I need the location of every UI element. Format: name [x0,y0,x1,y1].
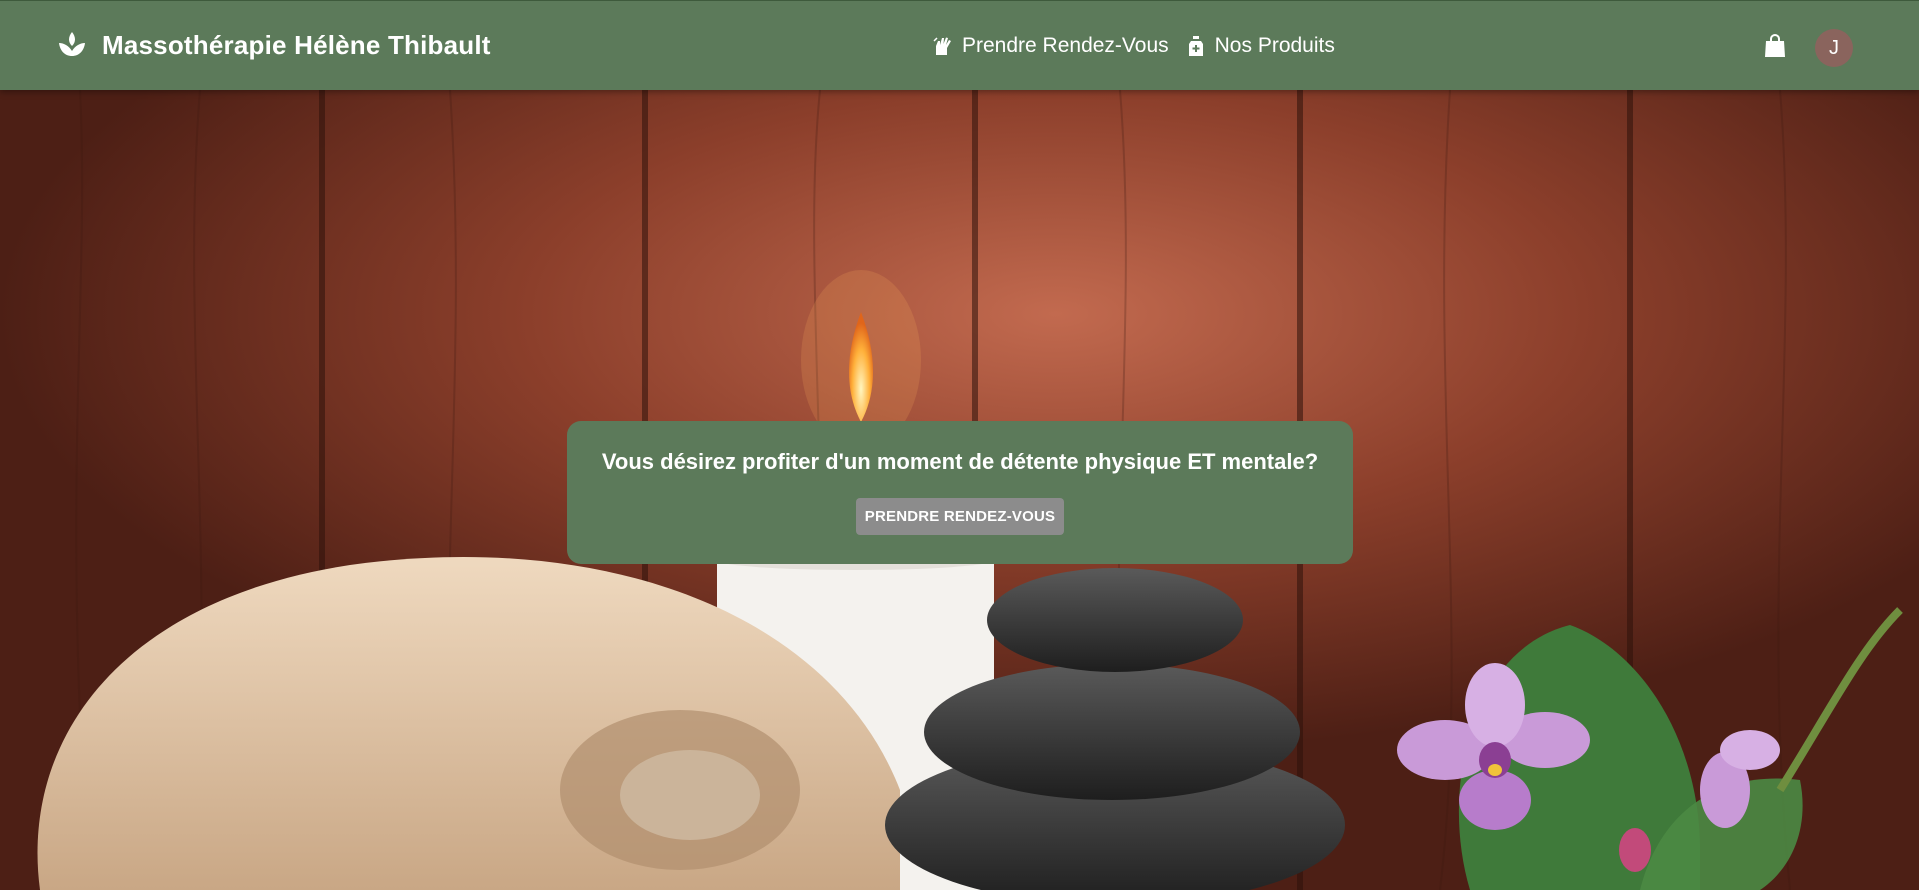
nav-appointment-label: Prendre Rendez-Vous [962,34,1169,57]
nav-appointment[interactable]: Prendre Rendez-Vous [932,33,1169,59]
book-appointment-button[interactable]: PRENDRE RENDEZ-VOUS [855,498,1065,535]
shopping-bag-icon[interactable] [1764,33,1786,58]
hero-section: Vous désirez profiter d'un moment de dét… [0,90,1919,890]
hand-massage-icon [932,35,954,57]
bottle-plus-icon [1185,35,1207,57]
user-avatar[interactable]: J [1815,29,1853,67]
nav-products-label: Nos Produits [1214,34,1335,57]
hero-cta-card: Vous désirez profiter d'un moment de dét… [567,421,1353,564]
user-avatar-initial: J [1829,36,1839,59]
brand-name: Massothérapie Hélène Thibault [102,30,491,60]
brand-link[interactable]: Massothérapie Hélène Thibault [56,29,491,61]
lotus-icon [56,29,88,61]
nav-products[interactable]: Nos Produits [1185,33,1335,59]
top-navbar: Massothérapie Hélène Thibault Prendre Re… [0,0,1919,90]
hero-question: Vous désirez profiter d'un moment de dét… [601,449,1319,474]
main-nav: Prendre Rendez-Vous Nos Produits [932,33,1351,59]
